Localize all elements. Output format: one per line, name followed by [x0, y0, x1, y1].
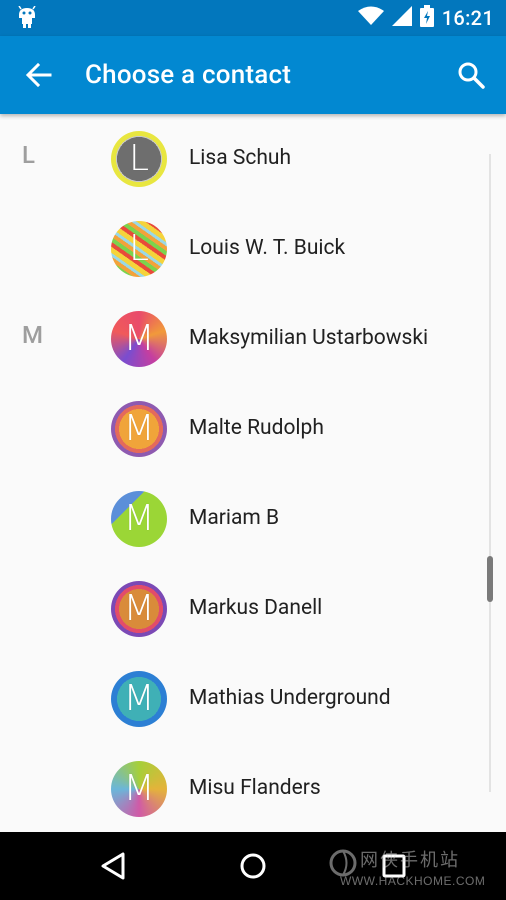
navigation-bar: 网侠手机站 WWW.HACKHOME.COM [0, 832, 506, 900]
contact-name: Mathias Underground [189, 686, 391, 710]
android-debug-icon [16, 5, 38, 34]
avatar: M [111, 581, 167, 637]
section-letter: M [22, 321, 43, 349]
contact-name: Maksymilian Ustarbowski [189, 326, 429, 350]
avatar-initial: M [123, 408, 155, 449]
status-bar: 16:21 [0, 0, 506, 36]
contact-row[interactable]: M Markus Danell [0, 564, 506, 654]
back-triangle-icon[interactable] [96, 848, 132, 884]
contact-row[interactable]: M Misu Flanders [0, 744, 506, 832]
avatar: L [111, 131, 167, 187]
arrow-back-icon[interactable] [24, 60, 54, 90]
contact-row[interactable]: M Mathias Underground [0, 654, 506, 744]
avatar-initial: L [128, 138, 150, 179]
clock-time: 16:21 [441, 6, 494, 30]
watermark-text: 网侠手机站 [360, 850, 460, 871]
contact-name: Mariam B [189, 506, 280, 530]
search-icon[interactable] [456, 60, 486, 90]
avatar: L [111, 221, 167, 277]
page-title: Choose a contact [85, 60, 292, 90]
avatar: M [111, 311, 167, 367]
avatar-initial: M [123, 318, 155, 359]
avatar-initial: M [123, 768, 155, 809]
avatar-initial: L [128, 228, 150, 269]
home-circle-icon[interactable] [235, 848, 271, 884]
watermark-url: WWW.HACKHOME.COM [340, 874, 486, 888]
battery-icon [419, 5, 434, 31]
contact-row[interactable]: M Mariam B [0, 474, 506, 564]
contact-row[interactable]: M M Maksymilian Ustarbowski [0, 294, 506, 384]
scrollbar-thumb[interactable] [487, 556, 493, 602]
section-letter: L [22, 141, 35, 169]
avatar: M [111, 761, 167, 817]
avatar: M [111, 401, 167, 457]
contact-name: Louis W. T. Buick [189, 236, 346, 260]
contact-name: Lisa Schuh [189, 146, 292, 170]
contact-name: Malte Rudolph [189, 416, 324, 440]
wifi-icon [357, 6, 384, 30]
contact-row[interactable]: M Malte Rudolph [0, 384, 506, 474]
avatar-initial: M [123, 588, 155, 629]
contact-list[interactable]: L L Lisa Schuh L Louis W. T. Buick M M M… [0, 114, 506, 832]
contact-name: Misu Flanders [189, 776, 321, 800]
avatar-initial: M [123, 678, 155, 719]
cell-signal-icon [391, 6, 412, 30]
watermark-logo: 网侠手机站 WWW.HACKHOME.COM [328, 844, 498, 892]
contact-name: Markus Danell [189, 596, 323, 620]
contact-row[interactable]: L L Lisa Schuh [0, 114, 506, 204]
contact-row[interactable]: L Louis W. T. Buick [0, 204, 506, 294]
app-bar: Choose a contact [0, 36, 506, 114]
scrollbar-track [489, 154, 491, 792]
avatar-initial: M [123, 498, 155, 539]
avatar: M [111, 491, 167, 547]
avatar: M [111, 671, 167, 727]
